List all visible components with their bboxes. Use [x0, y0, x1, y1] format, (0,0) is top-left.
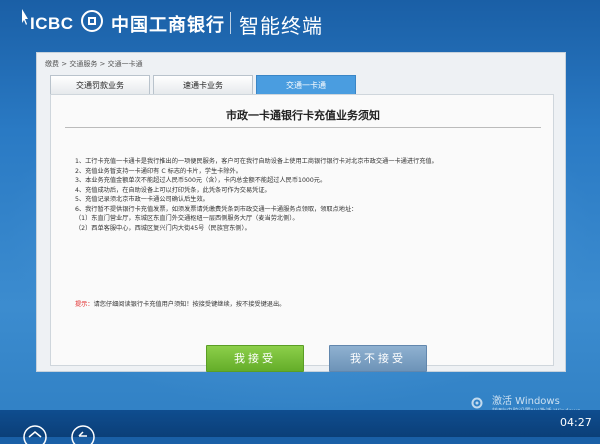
hint-body: 请您仔细阅读银行卡充值用户须知！按接受键继续，按不接受键退出。 [93, 301, 286, 308]
terminal-name: 智能终端 [239, 14, 323, 38]
notice-line: （2）西单客服中心，西城区复兴门内大街45号（民族宫东侧）。 [75, 224, 251, 232]
notice-line: （1）东直门营业厅，东城区东直门外交通枢纽一层西侧服务大厅（麦当劳北侧）。 [75, 215, 299, 222]
activate-title: 激活 Windows [492, 396, 560, 407]
app-header: ICBC 中国工商银行 智能终端 [0, 0, 600, 48]
icbc-logo-text: ICBC [30, 14, 74, 33]
title-divider [65, 127, 541, 128]
reject-button[interactable]: 我不接受 [329, 345, 427, 372]
mouse-cursor-icon [22, 9, 28, 25]
notice-line: 4、充值成功后，在自助设备上可以打印凭条，此凭条可作为交易凭证。 [75, 186, 271, 194]
notice-line: 2、充值业务暂支持一卡通印有 C 标志的卡片，学生卡除外。 [75, 167, 242, 175]
notice-line: 1、工行卡充值一卡通卡是我行推出的一项便民服务，客户可在我行自助设备上使用工商银… [75, 158, 438, 165]
back-icon[interactable] [70, 424, 96, 444]
accept-button[interactable]: 我接受 [206, 345, 304, 372]
notice-lines: 1、工行卡充值一卡通卡是我行推出的一项便民服务，客户可在我行自助设备上使用工商银… [75, 157, 545, 233]
tab-speed-pass[interactable]: 速通卡业务 [153, 75, 253, 94]
hint-text: 提示：请您仔细阅读银行卡充值用户须知！按接受键继续，按不接受键退出。 [75, 299, 285, 308]
hint-label: 提示： [75, 301, 94, 308]
breadcrumb: 缴费 > 交通服务 > 交通一卡通 [45, 60, 143, 68]
notice-line: 6、我行暂不提供银行卡充值发票，如须发票请凭缴费凭条到市政交通一卡通服务点领取，… [75, 205, 358, 213]
main-panel: 缴费 > 交通服务 > 交通一卡通 交通罚款业务 速通卡业务 交通一卡通 市政一… [36, 52, 566, 372]
tab-traffic-fines[interactable]: 交通罚款业务 [50, 75, 150, 94]
notice-line: 5、充值记录须北京市政一卡通公司确认后生效。 [75, 196, 209, 203]
header-divider [230, 12, 231, 34]
bank-name: 中国工商银行 [111, 15, 225, 36]
icbc-logo-icon [81, 10, 103, 32]
notice-title: 市政一卡通银行卡充值业务须知 [226, 109, 380, 122]
notice-line: 3、本业务充值金额单次不能超过人民币500元（含），卡内总金额不能超过人民币10… [75, 177, 327, 184]
gear-icon [471, 397, 483, 409]
notice-content: 市政一卡通银行卡充值业务须知 1、工行卡充值一卡通卡是我行推出的一项便民服务，客… [50, 94, 554, 372]
tab-transit-card[interactable]: 交通一卡通 [256, 75, 356, 94]
home-icon[interactable] [22, 424, 48, 444]
clock: 04:27 [560, 416, 592, 429]
